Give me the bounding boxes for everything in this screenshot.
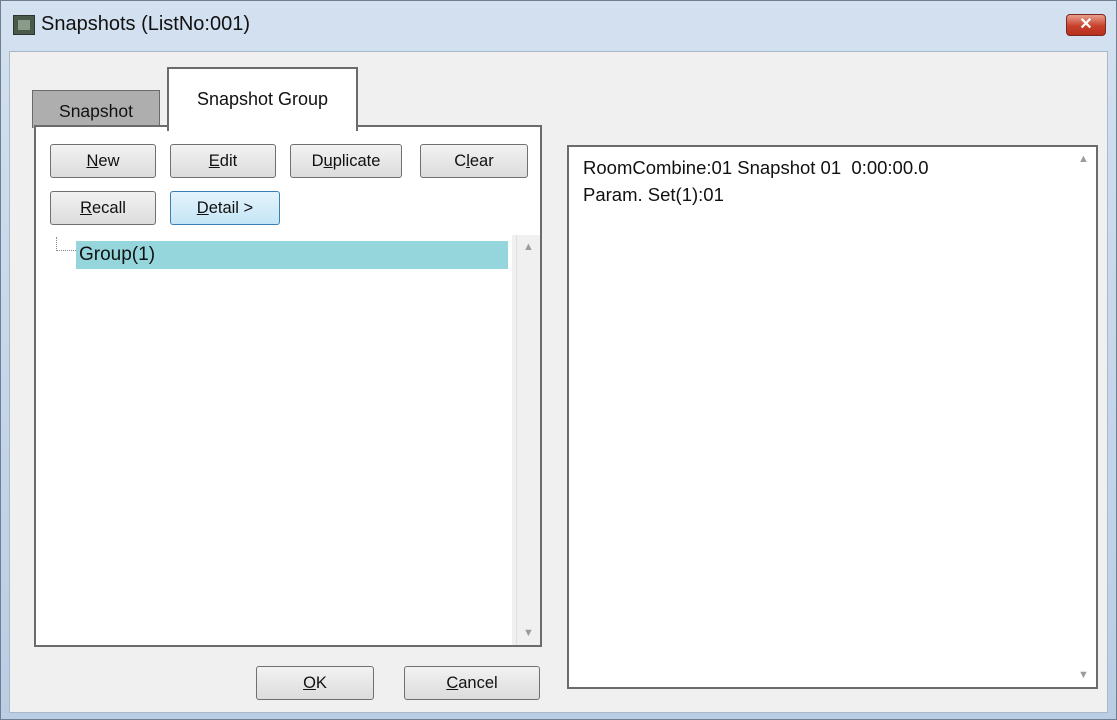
tree-item-group-1[interactable]: Group(1) [76,241,508,269]
scroll-up-icon[interactable]: ▲ [517,237,540,257]
ok-label-key: O [303,674,316,692]
detail-label-key: D [196,199,209,217]
tree-item-label: Group(1) [79,244,156,265]
close-icon: ✕ [1079,16,1093,33]
cancel-label-post: ancel [458,674,498,692]
title-bar[interactable]: Snapshots (ListNo:001) ✕ [1,1,1116,51]
detail-list[interactable]: RoomCombine:01 Snapshot 01 0:00:00.0 Par… [567,145,1098,689]
ok-button[interactable]: OK [256,666,374,700]
tab-snapshot[interactable]: Snapshot [32,90,160,128]
new-label-post: ew [98,152,120,170]
duplicate-label-pre: D [311,152,324,170]
duplicate-button[interactable]: Duplicate [290,144,402,178]
clear-label-post: ear [469,152,494,170]
tab-snapshot-group[interactable]: Snapshot Group [167,67,358,131]
window-title: Snapshots (ListNo:001) [41,13,251,35]
scroll-down-icon[interactable]: ▼ [1072,665,1095,685]
detail-button[interactable]: Detail > [170,191,280,225]
tab-snapshot-group-label: Snapshot Group [196,89,329,109]
duplicate-label-key: u [323,152,333,170]
duplicate-label-post: plicate [332,152,381,170]
cancel-button[interactable]: Cancel [404,666,540,700]
tree-vertical-scrollbar[interactable]: ▲ ▼ [516,235,540,645]
detail-label-post: etail > [208,199,254,217]
clear-button[interactable]: Clear [420,144,528,178]
dialog-body: Snapshot Snapshot Group New Edit Duplica… [9,51,1108,713]
scroll-down-icon[interactable]: ▼ [517,623,540,643]
button-area: New Edit Duplicate Clear Recall Detail > [36,127,540,235]
edit-label-key: E [208,152,220,170]
new-label-key: N [86,152,99,170]
scroll-up-icon[interactable]: ▲ [1072,149,1095,169]
recall-label-key: R [80,199,92,217]
edit-label-post: dit [219,152,238,170]
recall-button[interactable]: Recall [50,191,156,225]
clear-label-pre: C [454,152,467,170]
recall-label-post: ecall [91,199,126,217]
detail-vertical-scrollbar[interactable]: ▲ ▼ [1072,147,1096,687]
tree-connector-line [56,237,78,251]
edit-button[interactable]: Edit [170,144,276,178]
snapshot-group-panel: New Edit Duplicate Clear Recall Detail >… [34,125,542,647]
close-button[interactable]: ✕ [1066,14,1106,36]
group-tree: Group(1) [36,235,512,645]
ok-label-post: K [315,674,327,692]
detail-line: Param. Set(1):01 [583,184,724,205]
cancel-label-key: C [446,674,459,692]
new-button[interactable]: New [50,144,156,178]
snapshots-dialog: Snapshots (ListNo:001) ✕ Snapshot Snapsh… [0,0,1117,720]
tab-snapshot-label: Snapshot [59,101,133,121]
app-icon [13,15,35,35]
detail-line: RoomCombine:01 Snapshot 01 0:00:00.0 [583,157,929,178]
